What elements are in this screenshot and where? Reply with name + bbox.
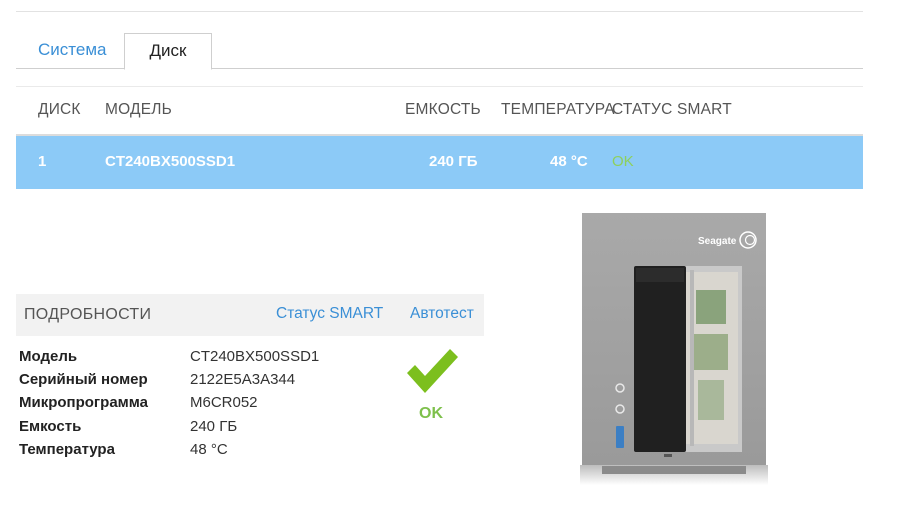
detail-label: Серийный номер [19, 371, 148, 388]
tab-system[interactable]: Система [18, 33, 126, 69]
column-header-smart-status: СТАТУС SMART [612, 101, 732, 118]
detail-value: 240 ГБ [190, 418, 238, 435]
selftest-link[interactable]: Автотест [410, 305, 474, 323]
cell-capacity: 240 ГБ [429, 153, 478, 170]
smart-status-ok: OK [419, 405, 443, 422]
cell-temperature: 48 °C [550, 153, 588, 170]
cell-disk-number: 1 [38, 153, 47, 170]
column-header-model: МОДЕЛЬ [105, 101, 173, 118]
column-header-temperature: ТЕМПЕРАТУРА [501, 101, 615, 118]
tab-disk[interactable]: Диск [124, 33, 212, 70]
detail-label: Температура [19, 441, 115, 458]
column-header-disk: ДИСК [38, 101, 81, 118]
detail-label: Емкость [19, 418, 82, 435]
smart-status-link[interactable]: Статус SMART [276, 305, 383, 323]
details-title: ПОДРОБНОСТИ [24, 306, 152, 323]
top-divider [16, 11, 863, 12]
disk-table-header: ДИСК МОДЕЛЬ ЕМКОСТЬ ТЕМПЕРАТУРА СТАТУС S… [16, 86, 863, 136]
column-header-capacity: ЕМКОСТЬ [405, 101, 481, 118]
detail-label: Микропрограмма [19, 394, 149, 411]
device-brand-label: Seagate [698, 236, 737, 247]
tab-bar: Система Диск [16, 33, 863, 70]
detail-value: M6CR052 [190, 394, 258, 411]
detail-label: Модель [19, 348, 78, 365]
device-image: Seagate [580, 213, 768, 485]
table-row[interactable]: 1 CT240BX500SSD1 240 ГБ 48 °C OK [16, 136, 863, 189]
cell-smart-status: OK [612, 153, 634, 170]
cell-model: CT240BX500SSD1 [105, 153, 236, 170]
detail-value: 2122E5A3A344 [190, 371, 296, 388]
checkmark-icon [407, 349, 458, 393]
detail-value: CT240BX500SSD1 [190, 348, 320, 365]
detail-value: 48 °C [190, 441, 228, 458]
details-header: ПОДРОБНОСТИ Статус SMART Автотест [16, 294, 484, 336]
